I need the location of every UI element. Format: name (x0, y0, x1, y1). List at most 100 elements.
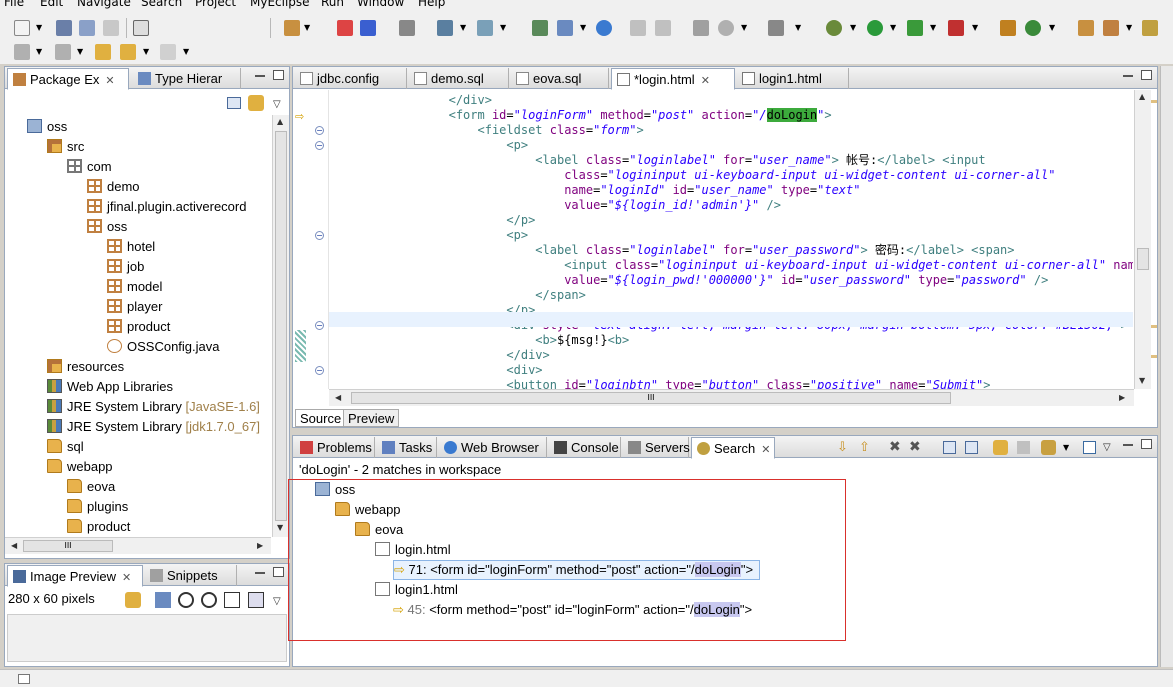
tree-item[interactable]: player (107, 297, 162, 317)
editor-vertical-scrollbar[interactable]: ▲ ▼ (1134, 90, 1151, 389)
tree-item[interactable]: eova (67, 477, 115, 497)
tree-item[interactable]: JRE System Library [jdk1.7.0_67] (47, 417, 260, 437)
tab-login1-html[interactable]: login1.html (737, 68, 849, 89)
prev-annotation-icon[interactable] (55, 44, 71, 60)
editor-horizontal-scrollbar[interactable]: ◀ III ▶ (329, 389, 1134, 406)
external-dropdown-icon[interactable]: ▼ (930, 23, 936, 32)
tree-item[interactable]: webapp (47, 457, 113, 477)
tab-web-browser[interactable]: Web Browser (439, 437, 547, 458)
tab-problems[interactable]: Problems (295, 437, 375, 458)
menu-help[interactable]: Help (418, 0, 445, 9)
export-icon[interactable] (655, 20, 671, 36)
tree-item[interactable]: plugins (67, 497, 128, 517)
menu-edit[interactable]: Edit (40, 0, 63, 9)
new-dropdown-icon[interactable]: ▼ (36, 23, 42, 32)
zoom-out-icon[interactable] (178, 592, 194, 608)
tree-item[interactable]: job (107, 257, 144, 277)
scroll-up-icon[interactable]: ▲ (277, 117, 283, 126)
build-icon[interactable] (437, 20, 453, 36)
fit-window-icon[interactable] (248, 592, 264, 608)
refresh-icon[interactable] (1025, 20, 1041, 36)
tree-item[interactable]: product (67, 517, 130, 537)
back-icon[interactable] (120, 44, 136, 60)
maximize-icon[interactable] (273, 567, 284, 577)
edit-dropdown-icon[interactable]: ▼ (1126, 23, 1132, 32)
menu-navigate[interactable]: Navigate (77, 0, 131, 9)
scroll-thumb[interactable] (1137, 248, 1149, 270)
new-class-icon[interactable] (1000, 20, 1016, 36)
scroll-left-icon[interactable]: ◀ (335, 393, 341, 402)
fold-toggle-icon[interactable]: − (315, 126, 324, 135)
task-icon[interactable] (693, 20, 709, 36)
tab-tasks[interactable]: Tasks (377, 437, 437, 458)
new-file-icon[interactable] (14, 20, 30, 36)
view-menu-icon[interactable]: ▽ (273, 99, 281, 110)
menu-search[interactable]: Search (141, 0, 182, 9)
scroll-down-icon[interactable]: ▼ (277, 523, 283, 532)
tree-item[interactable]: product (107, 317, 170, 337)
console-dropdown-icon[interactable]: ▼ (795, 23, 801, 32)
link-icon[interactable] (125, 592, 141, 608)
profile-dropdown-icon[interactable]: ▼ (741, 23, 747, 32)
build-dropdown-icon[interactable]: ▼ (460, 23, 466, 32)
minimize-icon[interactable] (255, 572, 265, 574)
globe-icon[interactable] (596, 20, 612, 36)
tree-item[interactable]: resources (47, 357, 124, 377)
tree-item[interactable]: jfinal.plugin.activerecord (87, 197, 246, 217)
tree-item[interactable]: JRE System Library [JavaSE-1.6] (47, 397, 260, 417)
browser-dropdown-icon[interactable]: ▼ (580, 23, 586, 32)
type-dropdown-icon[interactable]: ▼ (500, 23, 506, 32)
menu-file[interactable]: File (4, 0, 24, 9)
tab-image-preview[interactable]: Image Preview ✕ (7, 565, 143, 587)
web-services-icon[interactable] (399, 20, 415, 36)
server-icon[interactable] (360, 20, 376, 36)
collapse-all-icon[interactable] (227, 97, 241, 109)
view-menu-icon[interactable]: ▽ (273, 596, 281, 607)
last-edit-icon[interactable] (95, 44, 111, 60)
print-icon[interactable] (103, 20, 119, 36)
scroll-right-icon[interactable]: ▶ (257, 541, 263, 550)
console-icon[interactable] (768, 20, 784, 36)
open-type-icon[interactable] (477, 20, 493, 36)
edit-icon[interactable] (1103, 20, 1119, 36)
tab-package-explorer[interactable]: Package Ex ✕ (7, 68, 129, 90)
back-dropdown-icon[interactable]: ▼ (143, 47, 149, 56)
deploy-icon[interactable] (337, 20, 353, 36)
browser-icon[interactable] (557, 20, 573, 36)
scroll-right-icon[interactable]: ▶ (1119, 393, 1125, 402)
maximize-icon[interactable] (1141, 70, 1152, 80)
fold-toggle-icon[interactable]: − (315, 366, 324, 375)
actual-size-icon[interactable] (224, 592, 240, 608)
run-external-icon[interactable] (907, 20, 923, 36)
expand-all-icon[interactable] (943, 441, 956, 454)
maximize-icon[interactable] (1141, 439, 1152, 449)
next-match-icon[interactable]: ⇩ (837, 440, 848, 455)
fit-image-icon[interactable] (155, 592, 171, 608)
cancel-search-icon[interactable] (1017, 441, 1030, 454)
scroll-down-icon[interactable]: ▼ (1139, 376, 1145, 385)
tree-item[interactable]: OSSConfig.java (107, 337, 220, 357)
tab-eova-sql[interactable]: eova.sql (511, 68, 609, 89)
tab-search[interactable]: Search ✕ (691, 437, 775, 459)
history-dropdown-icon[interactable]: ▼ (1063, 443, 1069, 452)
close-icon[interactable]: ✕ (761, 444, 770, 456)
tree-item[interactable]: src (47, 137, 84, 157)
tab-console[interactable]: Console (549, 437, 621, 458)
minimize-icon[interactable] (1123, 444, 1133, 446)
minimize-icon[interactable] (255, 75, 265, 77)
close-icon[interactable]: ✕ (122, 572, 131, 584)
wizard-dropdown-icon[interactable]: ▼ (304, 23, 310, 32)
collapse-all-icon[interactable] (965, 441, 978, 454)
run-icon[interactable] (867, 20, 883, 36)
stop-icon[interactable] (948, 20, 964, 36)
fold-toggle-icon[interactable]: − (315, 141, 324, 150)
rerun-search-icon[interactable] (993, 440, 1008, 455)
fold-toggle-icon[interactable]: − (315, 231, 324, 240)
tree-vertical-scrollbar[interactable]: ▲ ▼ (272, 115, 289, 537)
save-all-icon[interactable] (79, 20, 95, 36)
tab-preview[interactable]: Preview (343, 409, 400, 427)
zoom-in-icon[interactable] (201, 592, 217, 608)
scroll-thumb[interactable] (275, 131, 287, 521)
link-with-editor-icon[interactable] (248, 95, 264, 111)
forward-icon[interactable] (160, 44, 176, 60)
